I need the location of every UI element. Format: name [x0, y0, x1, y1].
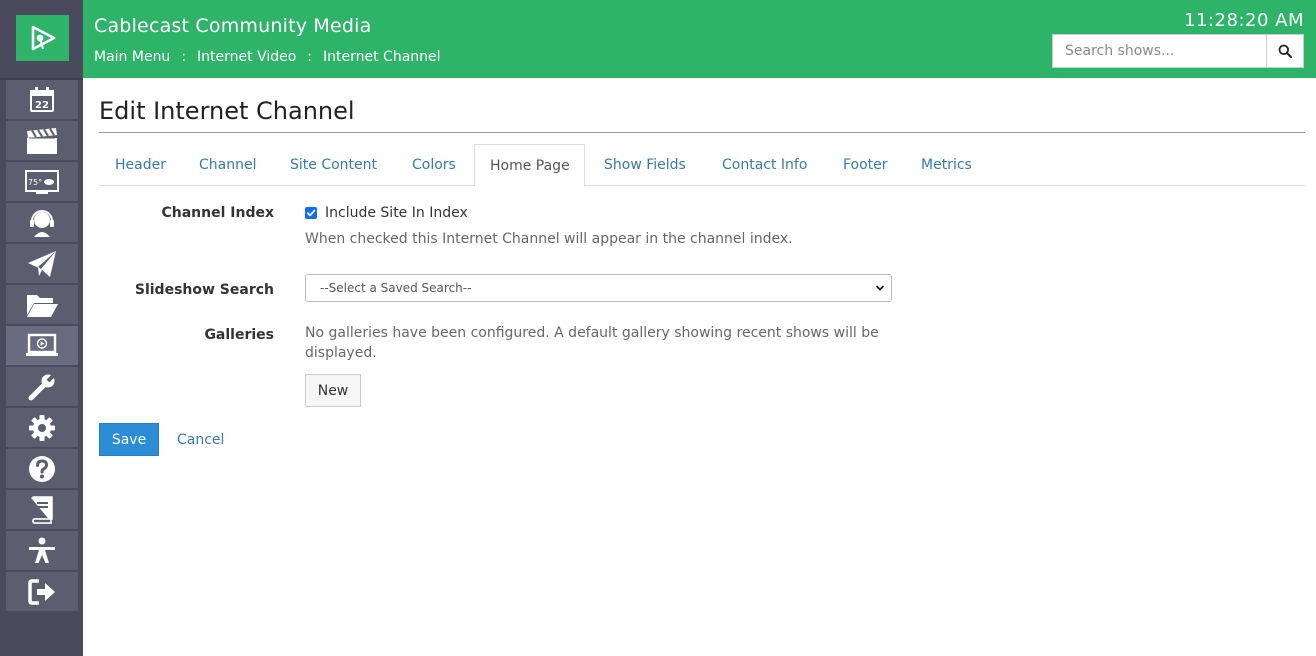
wrench-icon: [28, 372, 57, 400]
tab-header[interactable]: Header: [115, 144, 166, 186]
page-title: Edit Internet Channel: [99, 97, 355, 125]
checkmark-icon: [306, 209, 316, 217]
sidebar-item-documentation[interactable]: [6, 490, 78, 529]
new-gallery-button[interactable]: New: [305, 374, 361, 407]
title-divider: [99, 132, 1305, 133]
folder-open-icon: [27, 294, 58, 317]
sidebar-item-shows[interactable]: [6, 121, 78, 160]
sidebar-item-tools[interactable]: [6, 367, 78, 406]
channel-index-help: When checked this Internet Channel will …: [305, 231, 793, 247]
clapperboard-icon: [27, 127, 57, 154]
breadcrumb-internet-video[interactable]: Internet Video: [197, 49, 296, 65]
sidebar-item-schedule[interactable]: 22: [6, 80, 78, 119]
breadcrumb-main-menu[interactable]: Main Menu: [94, 49, 170, 65]
cancel-link[interactable]: Cancel: [177, 432, 224, 448]
sidebar: 22 75°: [0, 0, 83, 656]
sidebar-item-support[interactable]: [6, 203, 78, 242]
breadcrumb: Main Menu: Internet Video: Internet Channe…: [94, 49, 441, 65]
weather-display-icon: 75°: [25, 169, 59, 194]
sidebar-item-settings[interactable]: [6, 408, 78, 447]
tab-channel[interactable]: Channel: [199, 144, 256, 186]
sidebar-item-internet-video[interactable]: [6, 326, 78, 365]
sidebar-item-files[interactable]: [6, 285, 78, 324]
include-in-index-label[interactable]: Include Site In Index: [325, 205, 468, 221]
breadcrumb-separator: :: [307, 49, 313, 65]
sidebar-item-accessibility[interactable]: [6, 531, 78, 570]
tab-site-content[interactable]: Site Content: [290, 144, 377, 186]
slideshow-search-select[interactable]: --Select a Saved Search--: [305, 274, 892, 302]
breadcrumb-internet-channel[interactable]: Internet Channel: [323, 49, 441, 65]
calendar-day-label: 22: [35, 100, 49, 111]
search-input[interactable]: [1052, 34, 1266, 68]
sign-out-icon: [28, 578, 55, 605]
book-icon: [31, 495, 53, 524]
cablecast-logo[interactable]: [16, 15, 69, 61]
tab-show-fields[interactable]: Show Fields: [604, 144, 686, 186]
search-box: [1052, 34, 1304, 68]
slideshow-search-label: Slideshow Search: [134, 282, 274, 298]
tab-footer[interactable]: Footer: [843, 144, 888, 186]
search-button[interactable]: [1266, 34, 1304, 68]
tab-contact-info[interactable]: Contact Info: [722, 144, 807, 186]
sidebar-item-publish[interactable]: [6, 244, 78, 283]
save-button[interactable]: Save: [99, 423, 159, 456]
tab-metrics[interactable]: Metrics: [921, 144, 972, 186]
laptop-play-icon: [26, 333, 58, 356]
app-title: Cablecast Community Media: [94, 15, 372, 37]
temperature-label: 75°: [28, 178, 42, 187]
sidebar-item-logout[interactable]: [6, 572, 78, 611]
paper-plane-icon: [28, 250, 56, 277]
slideshow-search-value: --Select a Saved Search--: [320, 281, 472, 295]
sidebar-item-help[interactable]: [6, 449, 78, 488]
galleries-label: Galleries: [204, 327, 274, 343]
calendar-icon: 22: [30, 86, 54, 112]
headset-icon: [30, 209, 54, 237]
clock: 11:28:20 AM: [1184, 10, 1304, 31]
top-header: Cablecast Community Media Main Menu: Inte…: [83, 0, 1316, 78]
search-icon: [1278, 44, 1292, 58]
channel-index-label: Channel Index: [161, 205, 274, 221]
galleries-help-line-2: displayed.: [305, 345, 377, 361]
gear-icon: [29, 414, 55, 441]
tab-home-page[interactable]: Home Page: [474, 144, 585, 187]
person-icon: [29, 537, 55, 563]
chevron-down-icon: [875, 285, 885, 291]
galleries-help-line-1: No galleries have been configured. A def…: [305, 325, 879, 341]
question-icon: [29, 455, 55, 482]
breadcrumb-separator: :: [181, 49, 187, 65]
sidebar-item-digital-signage[interactable]: 75°: [6, 162, 78, 201]
play-logo-icon: [31, 25, 55, 51]
include-in-index-checkbox[interactable]: [305, 207, 317, 219]
tab-colors[interactable]: Colors: [412, 144, 456, 186]
tab-bar: Header Channel Site Content Colors Home …: [99, 144, 1305, 187]
